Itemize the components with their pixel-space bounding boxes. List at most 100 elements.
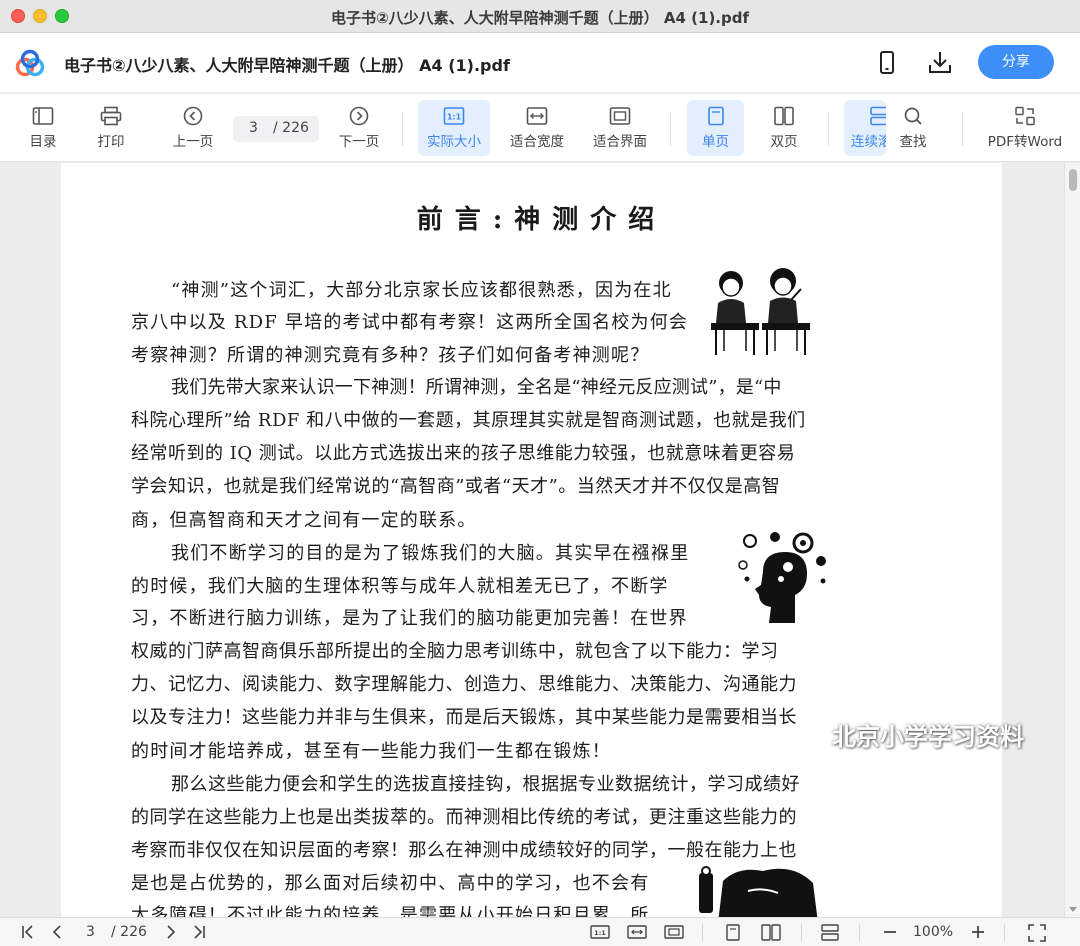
text-line: 经常听到的 IQ 测试。以此方式选拔出来的孩子思维能力较强，也就意味着更容易 (131, 443, 796, 464)
prev-page-label: 上一页 (172, 134, 214, 150)
students-illustration (711, 268, 810, 355)
wechat-icon (800, 723, 829, 744)
toolbar-divider (828, 112, 829, 146)
text-line: 我们先带大家来认识一下神测！所谓神测，全名是“神经元反应测试”，是“中 (171, 377, 782, 398)
single-page-icon[interactable] (724, 924, 742, 941)
last-page-icon[interactable] (191, 924, 207, 940)
next-page-label: 下一页 (338, 134, 380, 150)
text-line: 那么这些能力便会和学生的选拔直接挂钩，根据据专业数据统计，学习成绩好 (171, 774, 800, 795)
svg-text:1:1: 1:1 (447, 113, 462, 122)
vertical-scrollbar[interactable] (1064, 163, 1080, 917)
status-total-pages: / 226 (111, 924, 147, 940)
fit-page-button[interactable]: 适合界面 (587, 100, 653, 156)
text-line: 的时间才能培养成，甚至有一些能力我们一生都在锻炼！ (131, 741, 611, 762)
status-divider (702, 924, 703, 941)
zoom-level[interactable]: 100% (913, 924, 953, 940)
prev-page-button[interactable]: 上一页 (166, 100, 220, 156)
text-line: 以及专注力！这些能力并非与生俱来，而是后天锻炼，其中某些能力是需要相当长 (131, 707, 797, 728)
text-line: 京八中以及 RDF 早培的考试中都有考察！这两所全国名校为何会 (131, 312, 689, 333)
text-line: 太多障碍！不过此能力的培养，是需要从小开始日积月累，所 (131, 905, 650, 917)
toc-icon (32, 107, 54, 125)
fit-page-icon[interactable] (664, 924, 684, 940)
printer-icon (100, 106, 122, 126)
text-line: 考察而非仅仅在知识层面的考察！那么在神测中成绩较好的同学，一般在能力上也 (131, 840, 797, 861)
status-divider (801, 924, 802, 941)
scroll-down-arrow[interactable] (1069, 907, 1077, 912)
text-line: 考察神测？所谓的神测究竟有多种？孩子们如何备考神测呢？ (131, 345, 650, 366)
search-label: 查找 (899, 134, 927, 150)
actual-size-icon: 1:1 (443, 107, 465, 125)
continuous-scroll-label: 连续滚 (851, 134, 886, 150)
next-page-icon[interactable] (162, 924, 178, 940)
text-line: 的同学在这些能力上也是出类拔萃的。而神测相比传统的考试，更注重这些能力的 (131, 807, 797, 828)
document-title: 电子书②八少八素、人大附早陪神测千题（上册） A4 (1).pdf (64, 56, 510, 75)
brain-head-illustration (738, 532, 826, 623)
continuous-scroll-button[interactable]: 连续滚 (844, 100, 886, 156)
print-button[interactable]: 打印 (86, 100, 136, 156)
single-page-label: 单页 (702, 134, 729, 150)
double-page-button[interactable]: 双页 (757, 100, 811, 156)
chevron-right-circle-icon (349, 106, 369, 126)
document-viewer[interactable]: 前言:神测介绍 “神测”这个词汇，大部分北京家长应该都很熟悉，因为在北 京八中以… (0, 163, 1080, 917)
prev-page-icon[interactable] (50, 924, 66, 940)
print-label: 打印 (97, 134, 125, 150)
window-titlebar: 电子书②八少八素、人大附早陪神测千题（上册） A4 (1).pdf (0, 0, 1080, 33)
fullscreen-icon[interactable] (1028, 924, 1046, 942)
text-line: 权威的门萨高智商俱乐部所提出的全脑力思考训练中，就包含了以下能力：学习 (131, 641, 779, 662)
first-page-icon[interactable] (20, 924, 36, 940)
fit-page-label: 适合界面 (593, 134, 647, 150)
share-button[interactable]: 分享 (978, 45, 1054, 79)
text-line: 学会知识，也就是我们经常说的“高智商”或者“天才”。当然天才并不仅仅是高智 (131, 476, 781, 497)
text-line: 科院心理所”给 RDF 和八中做的一套题，其原理其实就是智商测试题，也就是我们 (131, 410, 806, 431)
page-heading: 前言:神测介绍 (416, 205, 667, 235)
search-icon (904, 107, 922, 125)
page-number-input[interactable]: 3 / 226 (233, 116, 319, 142)
pdf-page: 前言:神测介绍 “神测”这个词汇，大部分北京家长应该都很熟悉，因为在北 京八中以… (61, 163, 1002, 917)
double-page-icon (774, 106, 794, 126)
toolbar-divider (402, 112, 403, 146)
fit-width-label: 适合宽度 (510, 134, 564, 150)
scrollbar-thumb[interactable] (1069, 169, 1077, 191)
status-divider (859, 924, 860, 941)
fit-width-button[interactable]: 适合宽度 (504, 100, 570, 156)
double-page-label: 双页 (770, 134, 798, 150)
search-button[interactable]: 查找 (888, 100, 938, 156)
window-title: 电子书②八少八素、人大附早陪神测千题（上册） A4 (1).pdf (330, 9, 750, 27)
download-icon[interactable] (926, 49, 954, 77)
toc-label: 目录 (29, 134, 57, 150)
continuous-scroll-icon[interactable] (820, 924, 840, 941)
toc-button[interactable]: 目录 (18, 100, 68, 156)
kid-illustration (699, 866, 818, 917)
actual-size-button[interactable]: 1:1 实际大小 (418, 100, 490, 156)
app-logo-icon (15, 49, 45, 77)
next-page-button[interactable]: 下一页 (332, 100, 386, 156)
app-header: 电子书②八少八素、人大附早陪神测千题（上册） A4 (1).pdf 分享 (0, 33, 1080, 93)
actual-size-label: 实际大小 (427, 134, 481, 150)
text-line: 习，不断进行脑力训练，是为了让我们的脑功能更加完善！在世界 (131, 608, 688, 629)
toolbar-divider (962, 112, 963, 146)
toolbar-divider (670, 112, 671, 146)
text-line: 我们不断学习的目的是为了锻炼我们的大脑。其实早在襁褓里 (171, 543, 690, 564)
pdf-to-word-label: PDF转Word (987, 134, 1063, 150)
text-line: 商，但高智商和天才之间有一定的联系。 (131, 510, 477, 531)
zoom-in-icon[interactable] (970, 924, 986, 940)
text-line: 的时候，我们大脑的生理体积等与成年人就相差无已了，不断学 (131, 576, 669, 597)
phone-icon[interactable] (873, 49, 901, 77)
single-page-button[interactable]: 单页 (687, 100, 744, 156)
fit-width-icon (526, 107, 548, 125)
current-page: 3 (249, 120, 258, 136)
fit-width-icon[interactable] (627, 924, 647, 940)
watermark-text: 北京小学学习资料 (832, 723, 1024, 751)
pdf-to-word-button[interactable]: PDF转Word (982, 100, 1068, 156)
zoom-out-icon[interactable] (882, 924, 898, 940)
total-pages: / 226 (273, 120, 309, 136)
text-line: 力、记忆力、阅读能力、数字理解能力、创造力、思维能力、决策能力、沟通能力 (131, 674, 797, 695)
double-page-icon[interactable] (761, 924, 781, 941)
chevron-left-circle-icon (183, 106, 203, 126)
viewer-toolbar: 目录 打印 上一页 3 / 226 下一页 1:1 实际大小 适合宽度 适合界面… (0, 94, 1080, 162)
actual-size-icon[interactable]: 1:1 (590, 924, 610, 940)
convert-icon (1015, 106, 1035, 126)
fit-page-icon (609, 107, 631, 125)
text-line: 是也是占优势的，那么面对后续初中、高中的学习，也不会有 (131, 873, 650, 894)
status-current-page[interactable]: 3 (86, 924, 95, 940)
